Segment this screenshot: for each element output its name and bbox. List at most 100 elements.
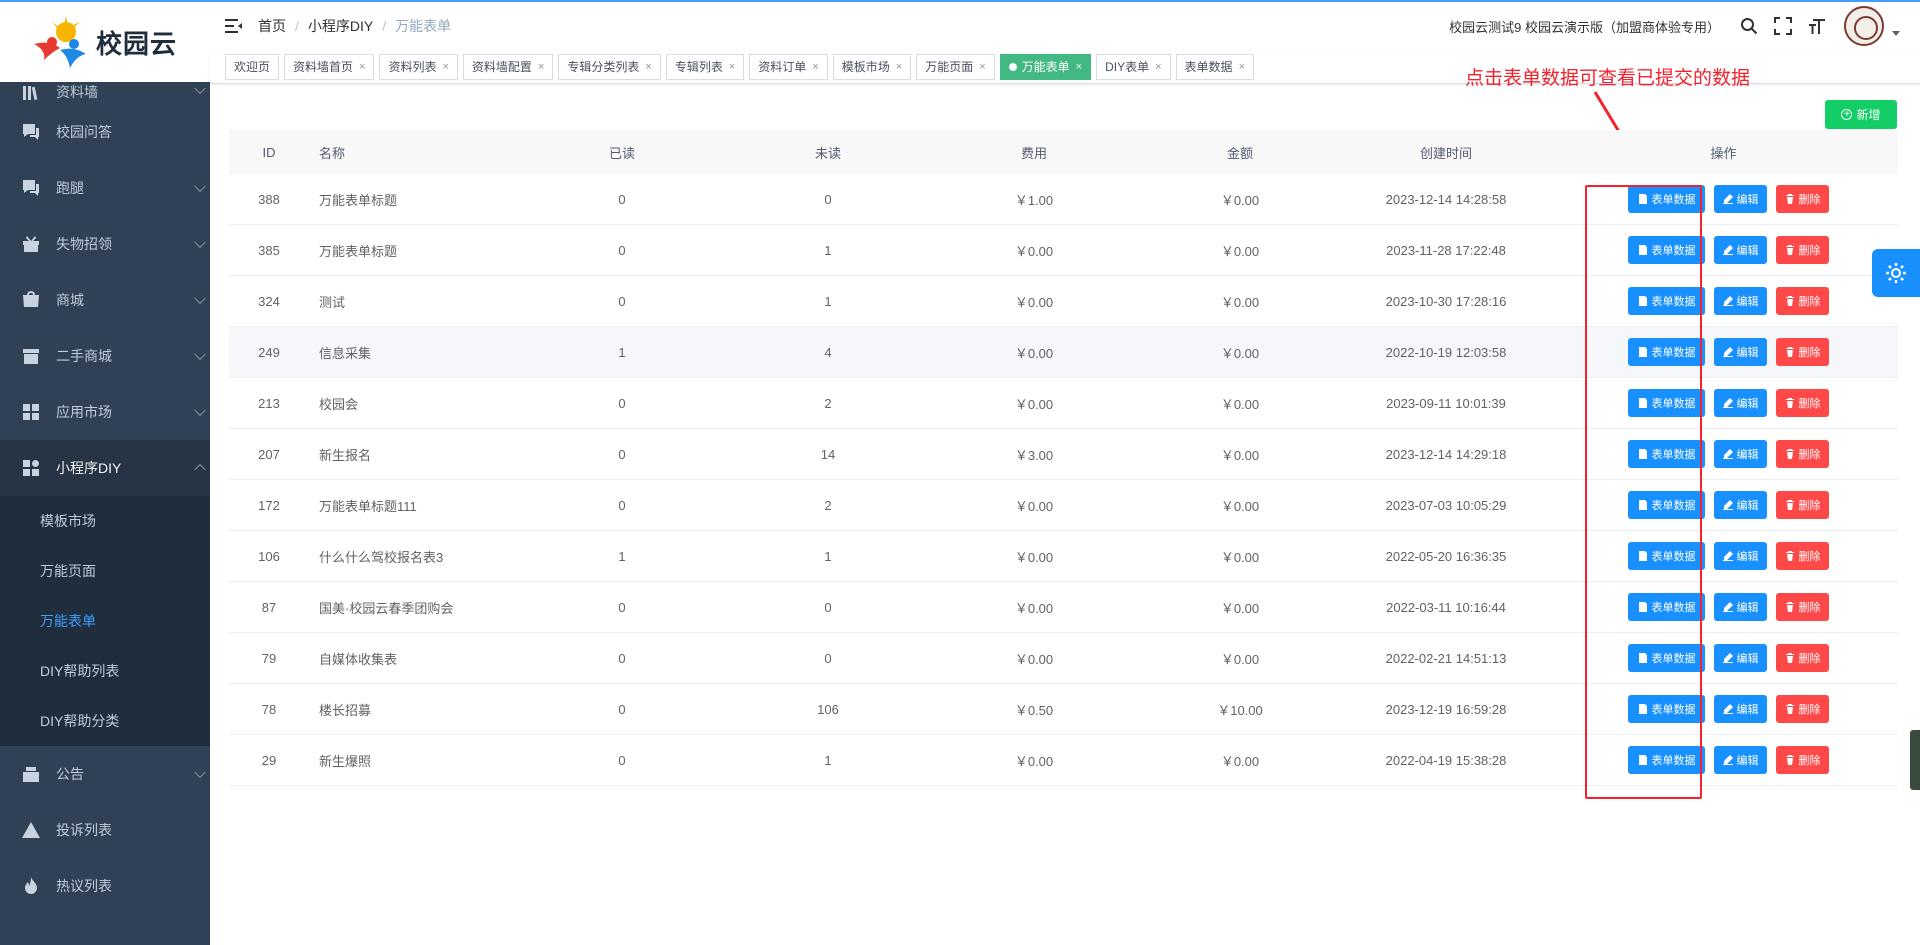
cell-time-text: 2022-05-20 16:36:35 (1385, 548, 1507, 564)
edit-button[interactable]: 编辑 (1714, 236, 1767, 264)
close-icon[interactable]: × (359, 55, 365, 79)
delete-button[interactable]: 删除 (1776, 593, 1829, 621)
hamburger-icon[interactable] (210, 2, 258, 50)
cell-unread: 1 (725, 294, 931, 309)
sidebar-item-shiwuzhaoling[interactable]: 失物招领 (0, 216, 210, 272)
close-icon[interactable]: × (538, 55, 544, 79)
tag-item[interactable]: 资料墙配置 × (462, 53, 554, 80)
delete-button[interactable]: 删除 (1776, 440, 1829, 468)
close-icon[interactable]: × (896, 55, 902, 79)
edit-button[interactable]: 编辑 (1714, 185, 1767, 213)
notice-icon (20, 763, 42, 785)
edit-button[interactable]: 编辑 (1714, 542, 1767, 570)
cell-read-text: 1 (618, 548, 626, 564)
user-avatar[interactable] (1844, 6, 1884, 46)
close-icon[interactable]: × (442, 55, 448, 79)
delete-button[interactable]: 删除 (1776, 287, 1829, 315)
edit-button-label: 编辑 (1736, 704, 1759, 716)
edit-button[interactable]: 编辑 (1714, 389, 1767, 417)
close-icon[interactable]: × (1076, 55, 1082, 79)
fullscreen-icon[interactable] (1768, 11, 1798, 41)
delete-button[interactable]: 删除 (1776, 542, 1829, 570)
tag-item-active[interactable]: 万能表单 × (999, 53, 1092, 80)
tag-item[interactable]: DIY表单 × (1096, 53, 1171, 80)
cell-read-text: 0 (618, 650, 626, 666)
cell-name-text: 自媒体收集表 (319, 651, 398, 667)
cell-amount: ￥0.00 (1137, 292, 1343, 311)
delete-button[interactable]: 删除 (1776, 185, 1829, 213)
cell-created-time: 2023-12-14 14:28:58 (1343, 192, 1549, 207)
delete-button[interactable]: 删除 (1776, 491, 1829, 519)
logo[interactable]: 校园云 (0, 2, 210, 82)
edit-button[interactable]: 编辑 (1714, 593, 1767, 621)
cell-id-text: 324 (258, 293, 280, 309)
tag-item[interactable]: 模板市场 × (832, 53, 912, 80)
sidebar-subitem-mobanshichang[interactable]: 模板市场 (0, 496, 210, 546)
sidebar-item-yingyongshichang[interactable]: 应用市场 (0, 384, 210, 440)
sidebar-item-paotui[interactable]: 跑腿 (0, 160, 210, 216)
breadcrumb-diy[interactable]: 小程序DIY (308, 16, 373, 36)
tag-item[interactable]: 资料墙首页 × (284, 53, 375, 80)
sidebar-item-reyiliebiao[interactable]: 热议列表 (0, 858, 210, 914)
sidebar-item-gonggao[interactable]: 公告 (0, 746, 210, 802)
delete-button[interactable]: 删除 (1776, 236, 1829, 264)
sidebar-item-tousuliebiao[interactable]: 投诉列表 (0, 802, 210, 858)
sidebar-item-shangcheng[interactable]: 商城 (0, 272, 210, 328)
cell-id: 172 (229, 498, 309, 513)
close-icon[interactable]: × (1239, 55, 1245, 79)
side-scroll-handle[interactable] (1910, 730, 1920, 790)
tag-item[interactable]: 资料列表 × (379, 53, 458, 80)
sidebar-item-xiaoyuanwenda[interactable]: 校园问答 (0, 104, 210, 160)
delete-button[interactable]: 删除 (1776, 338, 1829, 366)
edit-button[interactable]: 编辑 (1714, 491, 1767, 519)
sidebar-item-label: 校园问答 (56, 124, 112, 140)
cell-id: 385 (229, 243, 309, 258)
sidebar-subitem-diy-help-category[interactable]: DIY帮助分类 (0, 696, 210, 746)
cell-time-text: 2022-10-19 12:03:58 (1385, 344, 1507, 360)
edit-icon (1722, 449, 1733, 459)
delete-button[interactable]: 删除 (1776, 746, 1829, 774)
sidebar-item-ziliaoqiang[interactable]: 资料墙 (0, 82, 210, 104)
close-icon[interactable]: × (979, 55, 985, 79)
tag-welcome[interactable]: 欢迎页 (225, 53, 280, 80)
sidebar-item-label: 应用市场 (56, 404, 112, 420)
search-icon[interactable] (1734, 11, 1764, 41)
cell-fee: ￥3.00 (931, 445, 1137, 464)
delete-button[interactable]: 删除 (1776, 695, 1829, 723)
edit-button[interactable]: 编辑 (1714, 746, 1767, 774)
font-size-icon[interactable] (1802, 11, 1832, 41)
cell-amount-text: ￥0.00 (1220, 498, 1260, 514)
sidebar-subitem-wannengbiaodan[interactable]: 万能表单 (0, 596, 210, 646)
trash-icon (1785, 755, 1794, 765)
edit-button[interactable]: 编辑 (1714, 287, 1767, 315)
cell-amount-text: ￥0.00 (1220, 243, 1260, 259)
chevron-down-icon (194, 404, 206, 417)
tag-item[interactable]: 表单数据 × (1175, 53, 1254, 80)
edit-button[interactable]: 编辑 (1714, 695, 1767, 723)
sidebar-subitem-diy-help-list[interactable]: DIY帮助列表 (0, 646, 210, 696)
tag-item[interactable]: 万能页面 × (916, 53, 995, 80)
tag-item[interactable]: 专辑分类列表 × (558, 53, 661, 80)
delete-button[interactable]: 删除 (1776, 389, 1829, 417)
delete-button[interactable]: 删除 (1776, 644, 1829, 672)
tag-item[interactable]: 资料订单 × (749, 53, 828, 80)
cell-name: 楼长招募 (309, 700, 519, 719)
sidebar-subitem-wannengyemian[interactable]: 万能页面 (0, 546, 210, 596)
edit-button[interactable]: 编辑 (1714, 338, 1767, 366)
tag-label: 模板市场 (841, 59, 890, 74)
close-icon[interactable]: × (645, 55, 651, 79)
add-button[interactable]: + 新增 (1825, 100, 1897, 129)
close-icon[interactable]: × (1155, 55, 1161, 79)
settings-gear-icon[interactable] (1872, 249, 1920, 297)
close-icon[interactable]: × (812, 55, 818, 79)
close-icon[interactable]: × (729, 55, 735, 79)
edit-button[interactable]: 编辑 (1714, 440, 1767, 468)
caret-down-icon[interactable] (1892, 30, 1900, 36)
sidebar-item-xiaochengxu-diy[interactable]: 小程序DIY (0, 440, 210, 496)
tag-item[interactable]: 专辑列表 × (665, 53, 745, 80)
edit-button[interactable]: 编辑 (1714, 644, 1767, 672)
cell-fee-text: ￥1.00 (1014, 192, 1054, 208)
sidebar-item-ershoushangcheng[interactable]: 二手商城 (0, 328, 210, 384)
breadcrumb-home[interactable]: 首页 (258, 16, 286, 36)
question-chat-icon (20, 177, 42, 199)
